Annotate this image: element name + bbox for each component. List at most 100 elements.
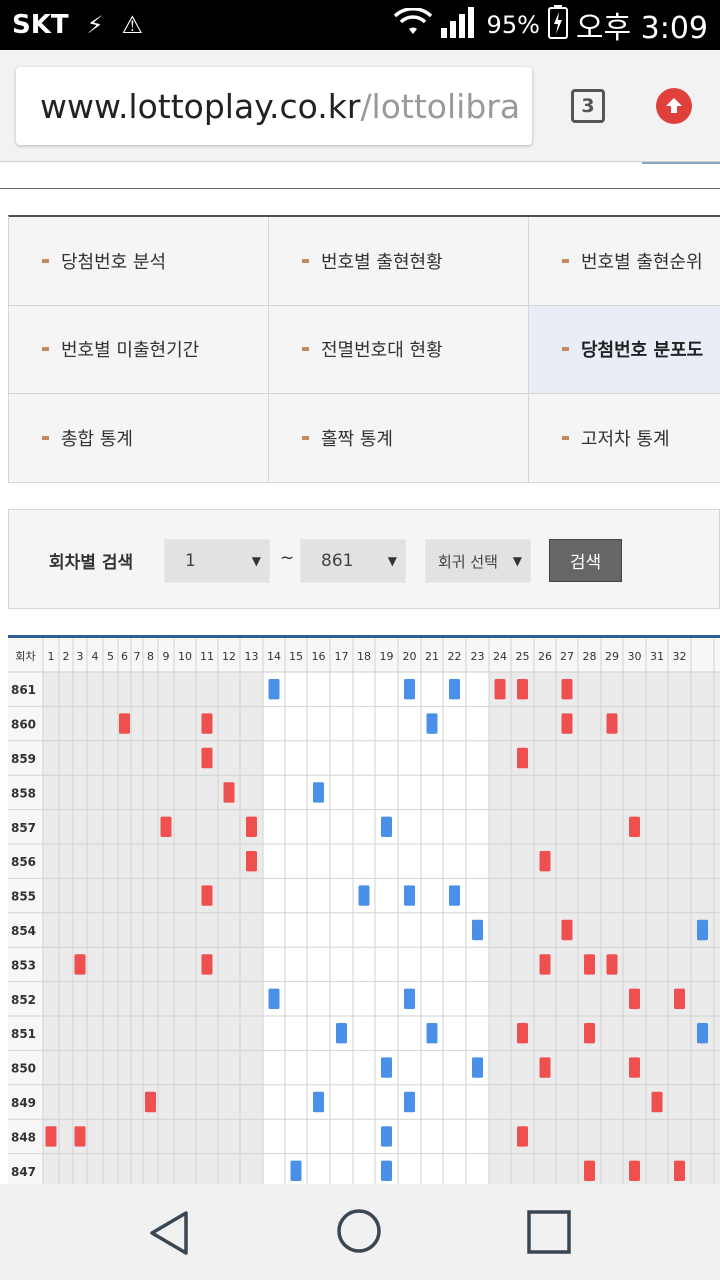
menu-item[interactable]: 총합 통계 xyxy=(9,394,269,482)
number-header: 28 xyxy=(583,650,597,663)
drawn-number-mark xyxy=(404,1091,415,1113)
round-number: 849 xyxy=(11,1096,36,1110)
drawn-number-mark xyxy=(74,954,86,975)
drawn-number-mark xyxy=(74,1126,86,1147)
drawn-number-mark xyxy=(539,851,551,872)
menu-item[interactable]: 번호별 미출현기간 xyxy=(9,305,269,393)
menu-item[interactable]: 전멸번호대 현황 xyxy=(269,305,529,393)
menu-item-label: 번호별 미출현기간 xyxy=(61,340,200,362)
drawn-number-mark xyxy=(517,1023,528,1044)
menu-item-label: 전멸번호대 현황 xyxy=(321,340,443,362)
distribution-grid: 회차 1 2 3 4 5 6 7 8 9 10 11 12 13 14 15 16 17 18 19 20 21 22 23 2… xyxy=(8,635,720,1184)
drawn-number-mark xyxy=(45,1126,57,1147)
round-number: 851 xyxy=(11,1027,36,1041)
number-header: 7 xyxy=(134,650,141,663)
back-icon[interactable] xyxy=(148,1210,190,1260)
number-column-bg xyxy=(59,672,73,1184)
number-header: 8 xyxy=(147,650,154,663)
number-header: 16 xyxy=(312,650,326,663)
recents-icon[interactable] xyxy=(527,1210,571,1258)
url-bar[interactable]: www.lottoplay.co.kr/lottolibra xyxy=(16,67,532,145)
wifi-icon xyxy=(393,7,433,42)
menu-item[interactable]: 번호별 출현현황 xyxy=(269,217,529,305)
menu-item[interactable]: 홀짝 통계 xyxy=(269,394,529,482)
number-column-bg xyxy=(103,672,118,1184)
round-header: 회차 xyxy=(15,650,35,663)
drawn-number-mark xyxy=(472,919,483,941)
round-search-panel: 회차별 검색 1 ▼ ~ 861 ▼ 회귀 선택 ▼ 검색 xyxy=(8,509,720,609)
round-number: 856 xyxy=(11,855,36,869)
drawn-number-mark xyxy=(201,885,213,906)
distribution-table: 회차 1 2 3 4 5 6 7 8 9 10 11 12 13 14 15 16 17 18 19 20 21 22 23 2… xyxy=(8,638,720,1184)
round-number: 861 xyxy=(11,683,36,697)
drawn-number-mark xyxy=(426,713,438,734)
menu-item-label: 총합 통계 xyxy=(61,428,133,450)
number-column-bg xyxy=(330,672,353,1184)
drawn-number-mark xyxy=(246,816,257,837)
number-column-bg xyxy=(421,672,443,1184)
menu-item[interactable]: 당첨번호 분포도 xyxy=(529,305,720,393)
round-number: 855 xyxy=(11,890,36,904)
bullet-icon xyxy=(42,435,49,440)
number-header: 5 xyxy=(107,650,114,663)
chevron-down-icon: ▼ xyxy=(251,554,261,568)
drawn-number-mark xyxy=(449,679,460,700)
menu-item-label: 고저차 통계 xyxy=(581,428,670,450)
menu-item[interactable]: 번호별 출현순위 xyxy=(529,217,720,305)
number-header: 10 xyxy=(178,650,192,663)
round-number: 854 xyxy=(11,924,36,938)
number-column-bg xyxy=(353,672,375,1184)
number-header: 31 xyxy=(650,650,664,663)
bullet-icon xyxy=(302,258,309,263)
menu-item-label: 번호별 출현순위 xyxy=(581,251,703,273)
round-to-value: 861 xyxy=(321,551,354,571)
round-to-select[interactable]: 861 ▼ xyxy=(300,539,406,583)
number-header: 3 xyxy=(77,650,84,663)
number-column-bg xyxy=(285,672,307,1184)
menu-item[interactable]: 당첨번호 분석 xyxy=(9,217,269,305)
number-column-bg xyxy=(578,672,601,1184)
upload-icon[interactable] xyxy=(656,88,692,124)
search-button[interactable]: 검색 xyxy=(549,539,622,582)
number-header: 4 xyxy=(92,650,99,663)
number-header: 6 xyxy=(121,650,128,663)
home-icon[interactable] xyxy=(336,1208,382,1258)
chevron-down-icon: ▼ xyxy=(387,554,397,568)
number-column-bg xyxy=(375,672,398,1184)
drawn-number-mark xyxy=(358,885,370,906)
drawn-number-mark xyxy=(426,1023,438,1044)
number-header: 26 xyxy=(538,650,552,663)
bullet-icon xyxy=(562,258,569,263)
drawn-number-mark xyxy=(561,679,573,700)
drawn-number-mark xyxy=(517,1126,528,1147)
battery-percent: 95% xyxy=(486,11,540,39)
number-header: 29 xyxy=(605,650,619,663)
round-preset-select[interactable]: 회귀 선택 ▼ xyxy=(425,539,531,583)
number-column-bg xyxy=(623,672,646,1184)
tab-switcher-button[interactable]: 3 xyxy=(571,89,605,123)
round-from-select[interactable]: 1 ▼ xyxy=(164,539,270,583)
number-header: 11 xyxy=(200,650,214,663)
drawn-number-mark xyxy=(160,816,172,837)
url-host: www.lottoplay.co.kr xyxy=(40,86,361,126)
number-column-bg xyxy=(131,672,143,1184)
battery-charging-icon xyxy=(547,5,568,45)
menu-item-label: 당첨번호 분석 xyxy=(61,251,167,273)
round-number: 847 xyxy=(11,1165,36,1179)
round-number: 848 xyxy=(11,1130,36,1144)
drawn-number-mark xyxy=(404,885,415,906)
chevron-down-icon: ▼ xyxy=(512,554,522,568)
number-header: 21 xyxy=(425,650,439,663)
number-header: 27 xyxy=(560,650,574,663)
drawn-number-mark xyxy=(561,713,573,734)
stats-menu: 당첨번호 분석 번호별 출현현황 번호별 출현순위번호별 미출현기간 전멸번호대 현황… xyxy=(8,215,720,483)
round-number: 852 xyxy=(11,993,36,1007)
menu-item[interactable]: 고저차 통계 xyxy=(529,394,720,482)
round-number: 853 xyxy=(11,958,36,972)
round-preset-value: 회귀 선택 xyxy=(438,552,498,571)
drawn-number-mark xyxy=(584,954,595,975)
drawn-number-mark xyxy=(629,816,640,837)
drawn-number-mark xyxy=(606,713,618,734)
signal-off-icon: ⚡ xyxy=(86,11,104,39)
drawn-number-mark xyxy=(336,1023,347,1044)
